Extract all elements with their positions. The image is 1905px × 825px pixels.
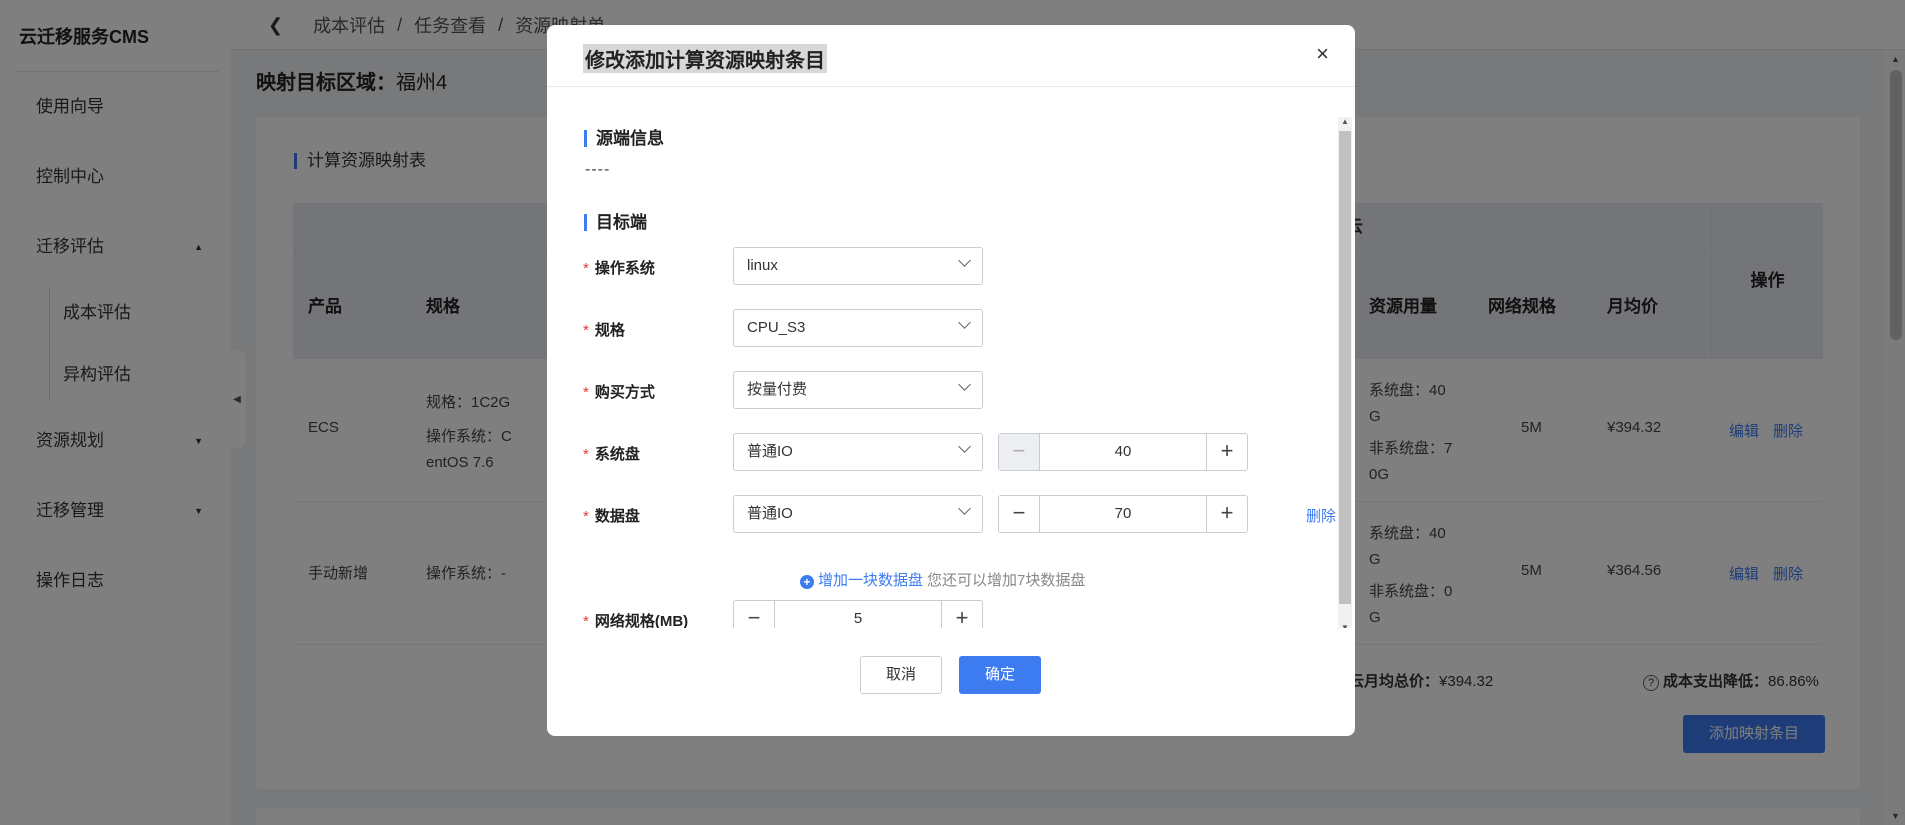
data-disk-type-value: 普通IO — [747, 505, 793, 522]
data-disk-label: * 数据盘 — [583, 505, 640, 526]
required-mark: * — [583, 260, 589, 277]
cancel-button[interactable]: 取消 — [860, 656, 942, 694]
purchase-select[interactable]: 按量付费 — [733, 371, 983, 409]
purchase-label: * 购买方式 — [583, 381, 655, 402]
decrement-button[interactable]: − — [734, 601, 774, 628]
required-mark: * — [583, 446, 589, 463]
network-input[interactable]: 5 — [774, 601, 942, 628]
source-info-value: ---- — [585, 161, 611, 178]
purchase-select-value: 按量付费 — [747, 381, 808, 398]
form-row-spec: * 规格 CPU_S3 — [583, 309, 1323, 347]
confirm-button[interactable]: 确定 — [959, 656, 1041, 694]
system-disk-size-input[interactable]: 40 — [1039, 434, 1207, 470]
form-row-data-disk: * 数据盘 普通IO − 70 + 删除 — [583, 495, 1355, 533]
dialog-header: 修改添加计算资源映射条目 × — [547, 25, 1355, 87]
chevron-down-icon — [958, 254, 971, 267]
form-row-os: * 操作系统 linux — [583, 247, 1323, 285]
os-select-value: linux — [747, 257, 778, 274]
form-row-network: * 网络规格(MB) − 5 + — [583, 600, 1323, 628]
chevron-down-icon — [958, 502, 971, 515]
scrollbar-thumb[interactable] — [1339, 131, 1351, 604]
os-label-text: 操作系统 — [594, 260, 655, 277]
required-mark: * — [583, 613, 589, 628]
spec-label: * 规格 — [583, 319, 625, 340]
decrement-button[interactable]: − — [999, 496, 1039, 532]
close-icon[interactable]: × — [1316, 41, 1329, 67]
os-select[interactable]: linux — [733, 247, 983, 285]
data-disk-size-input[interactable]: 70 — [1039, 496, 1207, 532]
spec-label-text: 规格 — [594, 322, 625, 339]
system-disk-size-stepper: − 40 + — [998, 433, 1248, 471]
spec-select[interactable]: CPU_S3 — [733, 309, 983, 347]
edit-mapping-dialog: 修改添加计算资源映射条目 × 源端信息 ---- 目标端 * 操作系统 linux… — [547, 25, 1355, 736]
network-stepper: − 5 + — [733, 600, 983, 628]
chevron-down-icon — [958, 378, 971, 391]
add-data-disk-hint: 您还可以增加7块数据盘 — [927, 572, 1086, 589]
system-disk-type-value: 普通IO — [747, 443, 793, 460]
data-disk-label-text: 数据盘 — [594, 508, 640, 525]
chevron-down-icon — [958, 316, 971, 329]
required-mark: * — [583, 322, 589, 339]
form-row-system-disk: * 系统盘 普通IO − 40 + — [583, 433, 1323, 471]
required-mark: * — [583, 508, 589, 525]
increment-button[interactable]: + — [1207, 496, 1247, 532]
add-data-disk-link[interactable]: 增加一块数据盘 — [818, 572, 923, 589]
required-mark: * — [583, 384, 589, 401]
os-label: * 操作系统 — [583, 257, 655, 278]
dialog-scrollbar[interactable]: ▲ ▼ — [1338, 117, 1352, 628]
data-disk-type-select[interactable]: 普通IO — [733, 495, 983, 533]
system-disk-label-text: 系统盘 — [594, 446, 640, 463]
add-data-disk: + 增加一块数据盘 您还可以增加7块数据盘 — [800, 569, 1085, 590]
increment-button[interactable]: + — [1207, 434, 1247, 470]
dialog-body: 源端信息 ---- 目标端 * 操作系统 linux * 规格 CPU_S3 * 购买… — [547, 88, 1355, 628]
data-disk-size-stepper: − 70 + — [998, 495, 1248, 533]
source-info-title: 源端信息 — [584, 130, 664, 147]
scroll-up-icon[interactable]: ▲ — [1341, 117, 1349, 126]
delete-data-disk-link[interactable]: 删除 — [1306, 505, 1336, 526]
dialog-footer: 取消 确定 — [547, 656, 1355, 696]
plus-circle-icon[interactable]: + — [800, 575, 814, 589]
network-label-text: 网络规格(MB) — [594, 613, 689, 628]
target-title: 目标端 — [584, 214, 647, 231]
chevron-down-icon — [958, 440, 971, 453]
increment-button[interactable]: + — [942, 601, 982, 628]
system-disk-label: * 系统盘 — [583, 443, 640, 464]
form-row-purchase: * 购买方式 按量付费 — [583, 371, 1323, 409]
scroll-down-icon[interactable]: ▼ — [1341, 623, 1349, 628]
dialog-title: 修改添加计算资源映射条目 — [583, 44, 827, 73]
purchase-label-text: 购买方式 — [594, 384, 655, 401]
decrement-button[interactable]: − — [999, 434, 1039, 470]
system-disk-type-select[interactable]: 普通IO — [733, 433, 983, 471]
spec-select-value: CPU_S3 — [747, 319, 806, 336]
network-label: * 网络规格(MB) — [583, 610, 688, 628]
